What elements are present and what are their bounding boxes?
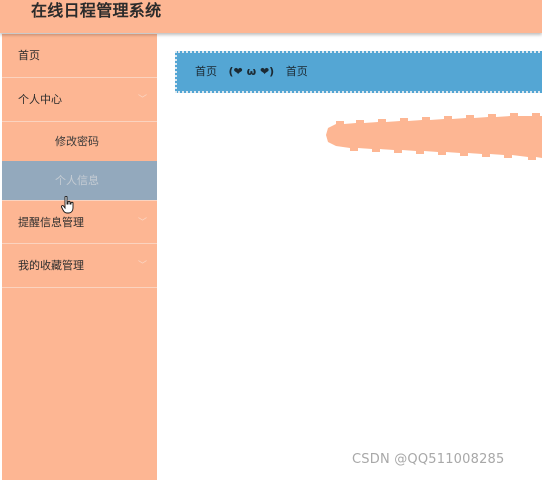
app-title: 在线日程管理系统	[31, 1, 162, 20]
sidebar-item-reminder-management[interactable]: 提醒信息管理 ﹀	[2, 200, 157, 244]
sidebar-item-personal-center[interactable]: 个人中心 ﹀	[2, 78, 157, 122]
sidebar-item-home[interactable]: 首页	[2, 34, 157, 78]
sidebar-menu: 首页 个人中心 ﹀ 修改密码 个人信息 提醒信息管理 ﹀ 我的收藏管理 ﹀	[2, 34, 157, 480]
sidebar-item-label: 首页	[18, 49, 40, 62]
chevron-down-icon: ﹀	[137, 95, 147, 105]
sidebar-item-favorites-management[interactable]: 我的收藏管理 ﹀	[2, 244, 157, 288]
submenu-item-label: 修改密码	[55, 135, 99, 148]
sidebar-item-label: 提醒信息管理	[18, 216, 84, 229]
chevron-down-icon: ﹀	[137, 261, 147, 271]
chevron-down-icon: ﹀	[137, 218, 147, 228]
sidebar-item-label: 个人中心	[18, 93, 62, 106]
sidebar-item-label: 我的收藏管理	[18, 259, 84, 272]
watermark-text: CSDN @QQ511008285	[352, 452, 505, 467]
hand-pointer-icon	[61, 196, 74, 214]
top-header: 在线日程管理系统	[0, 0, 542, 33]
submenu-item-change-password[interactable]: 修改密码	[2, 122, 157, 161]
submenu-item-personal-info[interactable]: 个人信息	[2, 161, 157, 200]
submenu-item-label: 个人信息	[55, 174, 99, 187]
